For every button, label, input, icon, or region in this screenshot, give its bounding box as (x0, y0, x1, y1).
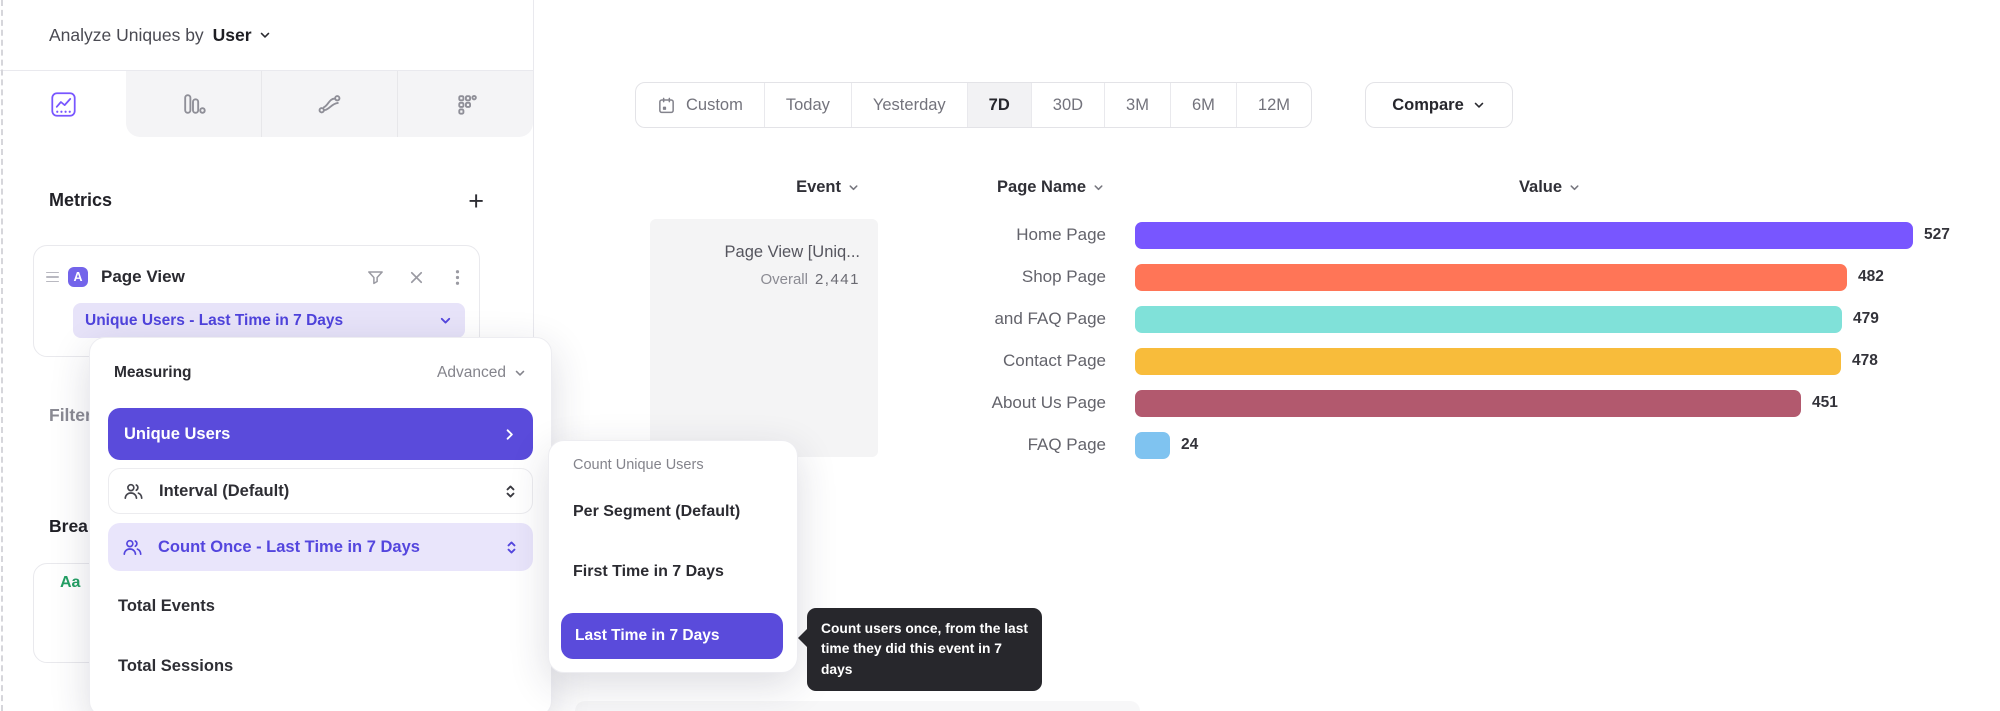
filter-funnel-icon[interactable] (366, 268, 385, 287)
row-label: Shop Page (650, 267, 1106, 287)
table-row: Contact Page 478 (650, 340, 1980, 382)
tooltip-text: Count users once, from the last time the… (821, 621, 1028, 677)
table-row: Home Page 527 (650, 214, 1980, 256)
metric-series-badge: A (68, 267, 88, 287)
submenu-item-per-segment[interactable]: Per Segment (Default) (573, 503, 740, 521)
row-label: Contact Page (650, 351, 1106, 371)
bar-chart-icon (180, 91, 207, 118)
breakdown-type-chip[interactable]: Aa (60, 574, 80, 592)
close-icon[interactable] (407, 268, 426, 287)
menu-item-interval[interactable]: Interval (Default) (108, 468, 533, 514)
table-row: and FAQ Page 479 (650, 298, 1980, 340)
users-icon (123, 481, 144, 502)
chevron-down-icon (438, 313, 453, 328)
chevron-right-icon (502, 427, 517, 442)
submenu-title: Count Unique Users (573, 457, 704, 473)
date-range-custom[interactable]: Custom (636, 83, 764, 127)
next-section-edge (575, 701, 1140, 711)
tab-line-chart[interactable] (0, 71, 126, 137)
date-range-bar: Custom Today Yesterday 7D 30D 3M 6M 12M (635, 82, 1312, 128)
more-vertical-icon[interactable] (448, 268, 467, 287)
tab-bar-chart[interactable] (126, 71, 261, 137)
value-column-header[interactable]: Value (1135, 178, 1965, 197)
bar[interactable] (1135, 264, 1847, 291)
bar[interactable] (1135, 306, 1842, 333)
bar-value: 478 (1852, 352, 1878, 370)
bar-value: 479 (1853, 310, 1879, 328)
bar[interactable] (1135, 390, 1801, 417)
drag-handle-icon[interactable] (46, 272, 59, 283)
page-name-column-header[interactable]: Page Name (960, 178, 1105, 197)
tab-flows[interactable] (261, 71, 397, 137)
chevron-down-icon (258, 28, 272, 42)
table-row: FAQ Page 24 (650, 424, 1980, 466)
measuring-menu: Measuring Advanced Unique Users Interval… (89, 337, 552, 711)
date-range-3m[interactable]: 3M (1104, 83, 1170, 127)
advanced-toggle[interactable]: Advanced (437, 364, 527, 382)
table-row: Shop Page 482 (650, 256, 1980, 298)
date-range-12m[interactable]: 12M (1236, 83, 1311, 127)
line-chart-icon (50, 91, 77, 118)
measuring-menu-title: Measuring (114, 364, 192, 382)
count-unique-users-submenu: Count Unique Users Per Segment (Default)… (548, 440, 798, 673)
bar[interactable] (1135, 348, 1841, 375)
grid-dots-icon (452, 91, 479, 118)
calendar-icon (657, 96, 676, 115)
insights-report: Analyze Uniques by User (0, 0, 2000, 711)
row-label: and FAQ Page (650, 309, 1106, 329)
analyze-label: Analyze Uniques by (49, 25, 204, 46)
metrics-title: Metrics (49, 190, 112, 211)
compare-button[interactable]: Compare (1365, 82, 1513, 128)
sorter-icon (503, 484, 518, 499)
tooltip: Count users once, from the last time the… (807, 608, 1042, 691)
users-icon (122, 537, 143, 558)
analyze-uniques-control: Analyze Uniques by User (49, 0, 272, 70)
sorter-icon (504, 540, 519, 555)
date-range-7d[interactable]: 7D (967, 83, 1031, 127)
chevron-down-icon (1472, 98, 1486, 112)
metric-event-name[interactable]: Page View (101, 267, 185, 287)
bar-value: 482 (1858, 268, 1884, 286)
bar-rows: Home Page 527 Shop Page 482 and FAQ Page… (650, 214, 1980, 466)
submenu-item-last-time-selected[interactable]: Last Time in 7 Days (561, 613, 783, 659)
chart-type-tabs-unselected (126, 71, 533, 137)
flows-icon (316, 91, 343, 118)
date-range-30d[interactable]: 30D (1031, 83, 1104, 127)
event-column-header[interactable]: Event (770, 178, 860, 197)
bar-value: 527 (1924, 226, 1950, 244)
row-label: Home Page (650, 225, 1106, 245)
measurement-pill-label: Unique Users - Last Time in 7 Days (85, 312, 343, 330)
row-label: About Us Page (650, 393, 1106, 413)
chevron-down-icon (513, 366, 527, 380)
menu-item-count-once[interactable]: Count Once - Last Time in 7 Days (108, 523, 533, 571)
menu-item-total-sessions[interactable]: Total Sessions (108, 645, 533, 687)
date-range-today[interactable]: Today (764, 83, 851, 127)
menu-item-total-events[interactable]: Total Events (108, 585, 533, 627)
chevron-down-icon (847, 181, 860, 194)
add-metric-button[interactable]: + (468, 191, 484, 211)
bar-value: 24 (1181, 436, 1198, 454)
chevron-down-icon (1092, 181, 1105, 194)
chevron-down-icon (1568, 181, 1581, 194)
date-range-6m[interactable]: 6M (1170, 83, 1236, 127)
metrics-header: Metrics + (49, 190, 484, 211)
menu-item-unique-users[interactable]: Unique Users (108, 408, 533, 460)
submenu-item-first-time[interactable]: First Time in 7 Days (573, 563, 724, 581)
bar[interactable] (1135, 222, 1913, 249)
bar-value: 451 (1812, 394, 1838, 412)
measurement-pill[interactable]: Unique Users - Last Time in 7 Days (73, 303, 465, 338)
tab-grid-metrics[interactable] (397, 71, 533, 137)
table-row: About Us Page 451 (650, 382, 1980, 424)
analyze-entity-dropdown[interactable]: User (213, 25, 272, 46)
bar[interactable] (1135, 432, 1170, 459)
date-range-yesterday[interactable]: Yesterday (851, 83, 967, 127)
